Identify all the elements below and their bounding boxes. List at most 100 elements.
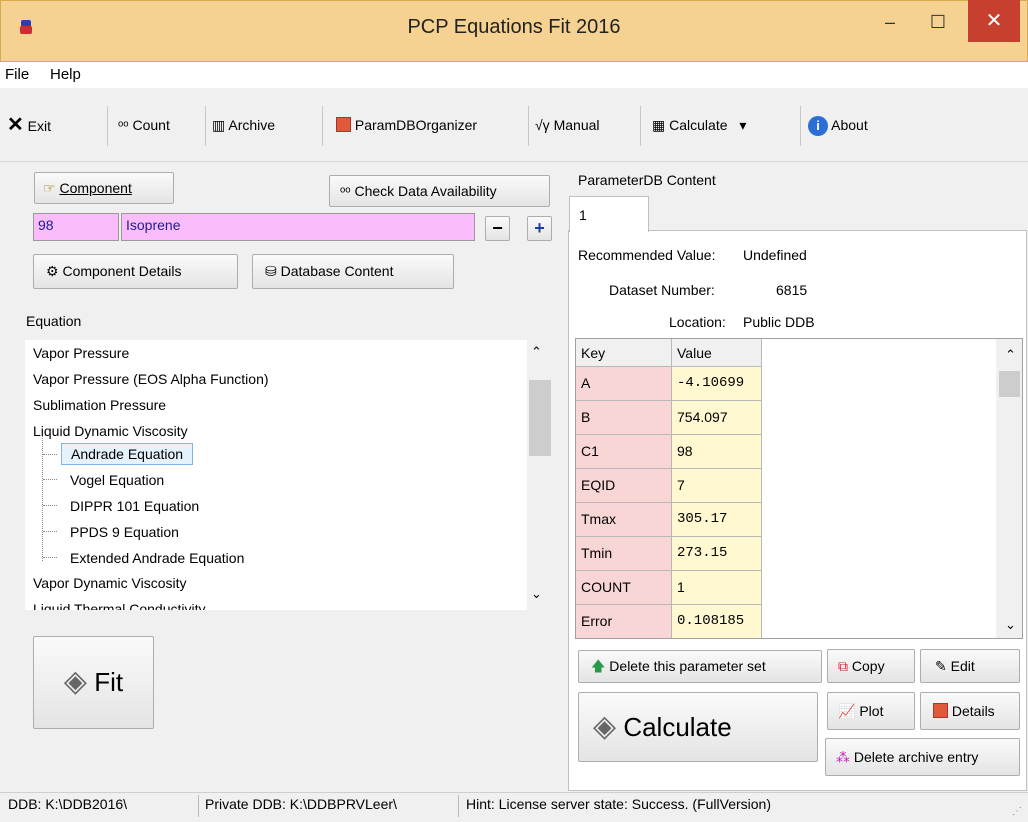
exit-label: Exit <box>27 118 51 134</box>
toolbar-about[interactable]: i About <box>808 113 868 137</box>
toolbar-archive[interactable]: ▥ Archive <box>212 113 275 137</box>
tree-scrollbar-thumb[interactable] <box>529 380 551 456</box>
minimize-button[interactable]: – <box>870 8 910 38</box>
grid-value-cell[interactable]: 754.097 <box>672 401 762 435</box>
details-button-label: Details <box>951 703 995 719</box>
tree-connector <box>43 454 57 455</box>
tree-item[interactable]: Vapor Dynamic Viscosity <box>33 575 187 591</box>
decrement-button[interactable]: − <box>485 216 510 241</box>
database-content-button[interactable]: ⛁ Database Content <box>252 254 454 289</box>
toolbar-paramdborganizer[interactable]: ParamDBOrganizer <box>336 113 477 137</box>
calculator-icon: ◈ <box>593 710 617 743</box>
delete-archive-icon: ⁂ <box>836 749 850 765</box>
toolbar-calculate[interactable]: ▦ Calculate ▾ <box>652 113 746 137</box>
chevron-down-icon[interactable]: ⌄ <box>531 586 542 602</box>
grid-value-cell[interactable]: 1 <box>672 571 762 605</box>
separator <box>800 106 801 146</box>
separator <box>322 106 323 146</box>
tree-item[interactable]: Liquid Thermal Conductivity <box>33 601 206 610</box>
delete-param-label: Delete this parameter set <box>609 658 766 674</box>
menu-help[interactable]: Help <box>50 66 81 83</box>
grid-value-cell[interactable]: 7 <box>672 469 762 503</box>
separator <box>458 795 459 817</box>
about-label: About <box>831 117 868 133</box>
plot-icon: 📈 <box>838 703 856 719</box>
resize-grip-icon[interactable]: ⋰ <box>1012 806 1022 817</box>
grid-value-cell[interactable]: 273.15 <box>672 537 762 571</box>
equation-tree[interactable]: Vapor Pressure Vapor Pressure (EOS Alpha… <box>25 340 553 610</box>
calculate-button[interactable]: ◈ Calculate <box>578 692 818 762</box>
paramdb-label: ParamDBOrganizer <box>354 117 478 133</box>
menu-bar <box>0 62 1028 88</box>
calculate-button-label: Calculate <box>623 712 732 742</box>
delete-parameter-set-button[interactable]: 🡅 Delete this parameter set <box>578 650 822 683</box>
grid-value-cell[interactable]: 305.17 <box>672 503 762 537</box>
check-data-availability-button[interactable]: ᵒᵒ Check Data Availability <box>329 175 550 207</box>
component-name-field[interactable]: Isoprene <box>121 213 475 241</box>
tab-1[interactable]: 1 <box>569 196 649 232</box>
tree-item[interactable]: Vapor Pressure (EOS Alpha Function) <box>33 371 269 387</box>
chevron-down-icon[interactable]: ⌄ <box>1000 609 1022 633</box>
maximize-button[interactable]: ☐ <box>918 8 958 38</box>
chevron-up-icon[interactable]: ⌃ <box>1000 339 1022 363</box>
count-label: Count <box>132 117 170 133</box>
paramdb-icon <box>336 117 351 132</box>
delete-archive-entry-button[interactable]: ⁂ Delete archive entry <box>825 738 1020 776</box>
chevron-up-icon[interactable]: ⌃ <box>531 344 542 360</box>
toolbar-exit[interactable]: ✕ Exit <box>7 113 51 137</box>
dataset-label: Dataset Number: <box>609 282 715 298</box>
tree-item[interactable]: DIPPR 101 Equation <box>70 498 199 514</box>
tree-item[interactable]: Extended Andrade Equation <box>70 550 244 566</box>
edit-button[interactable]: ✎ Edit <box>920 649 1020 683</box>
menu-file[interactable]: File <box>5 66 29 83</box>
parameter-grid[interactable]: Key Value A -4.10699 B 754.097 C1 98 EQI… <box>575 338 1023 639</box>
grid-key-cell: B <box>576 401 672 435</box>
info-icon: i <box>808 116 828 136</box>
tree-item[interactable]: Liquid Dynamic Viscosity <box>33 423 188 439</box>
grid-key-cell: Tmin <box>576 537 672 571</box>
tree-item[interactable]: PPDS 9 Equation <box>70 524 179 540</box>
calculator-icon: ▦ <box>652 117 666 133</box>
database-icon: ⛁ <box>265 263 277 279</box>
grid-value-cell[interactable]: 98 <box>672 435 762 469</box>
glasses-icon: ᵒᵒ <box>340 183 351 199</box>
grid-key-cell: Tmax <box>576 503 672 537</box>
tree-item[interactable]: Sublimation Pressure <box>33 397 166 413</box>
tree-connector <box>43 557 57 558</box>
component-button[interactable]: ☞ Component <box>34 172 174 204</box>
plus-icon: + <box>534 218 545 238</box>
toolbar-count[interactable]: ᵒᵒ Count <box>118 113 170 137</box>
separator <box>205 106 206 146</box>
grid-value-cell[interactable]: -4.10699 <box>672 367 762 401</box>
recommended-value: Undefined <box>743 247 807 263</box>
tree-item[interactable]: Vapor Pressure <box>33 345 129 361</box>
details-icon <box>933 703 948 718</box>
tree-item[interactable]: Vogel Equation <box>70 472 164 488</box>
component-number-field[interactable]: 98 <box>33 213 119 241</box>
separator <box>640 106 641 146</box>
grid-key-cell: EQID <box>576 469 672 503</box>
fit-button[interactable]: ◈ Fit <box>33 636 154 729</box>
delete-archive-label: Delete archive entry <box>853 749 979 765</box>
details-button[interactable]: Details <box>920 692 1020 730</box>
grid-value-cell[interactable]: 0.108185 <box>672 605 762 638</box>
chevron-down-icon[interactable]: ▾ <box>739 117 746 133</box>
grid-key-cell: C1 <box>576 435 672 469</box>
check-label: Check Data Availability <box>354 183 497 199</box>
increment-button[interactable]: + <box>527 216 552 241</box>
location-value: Public DDB <box>743 314 815 330</box>
grid-scrollbar-thumb[interactable] <box>999 371 1020 397</box>
sqrt-icon: √γ <box>535 117 550 133</box>
pointer-icon: ☞ <box>43 180 56 196</box>
plot-button[interactable]: 📈 Plot <box>827 692 915 730</box>
close-button[interactable]: ✕ <box>968 0 1020 42</box>
arrow-up-icon: 🡅 <box>591 658 606 674</box>
separator <box>198 795 199 817</box>
toolbar-manual[interactable]: √γ Manual <box>535 113 600 137</box>
tree-connector <box>43 479 57 480</box>
copy-button[interactable]: ⧉ Copy <box>827 649 915 683</box>
component-details-button[interactable]: ⚙ Component Details <box>33 254 238 289</box>
dataset-value: 6815 <box>776 282 808 298</box>
tree-item-selected[interactable]: Andrade Equation <box>61 443 194 465</box>
edit-icon: ✎ <box>935 658 947 674</box>
